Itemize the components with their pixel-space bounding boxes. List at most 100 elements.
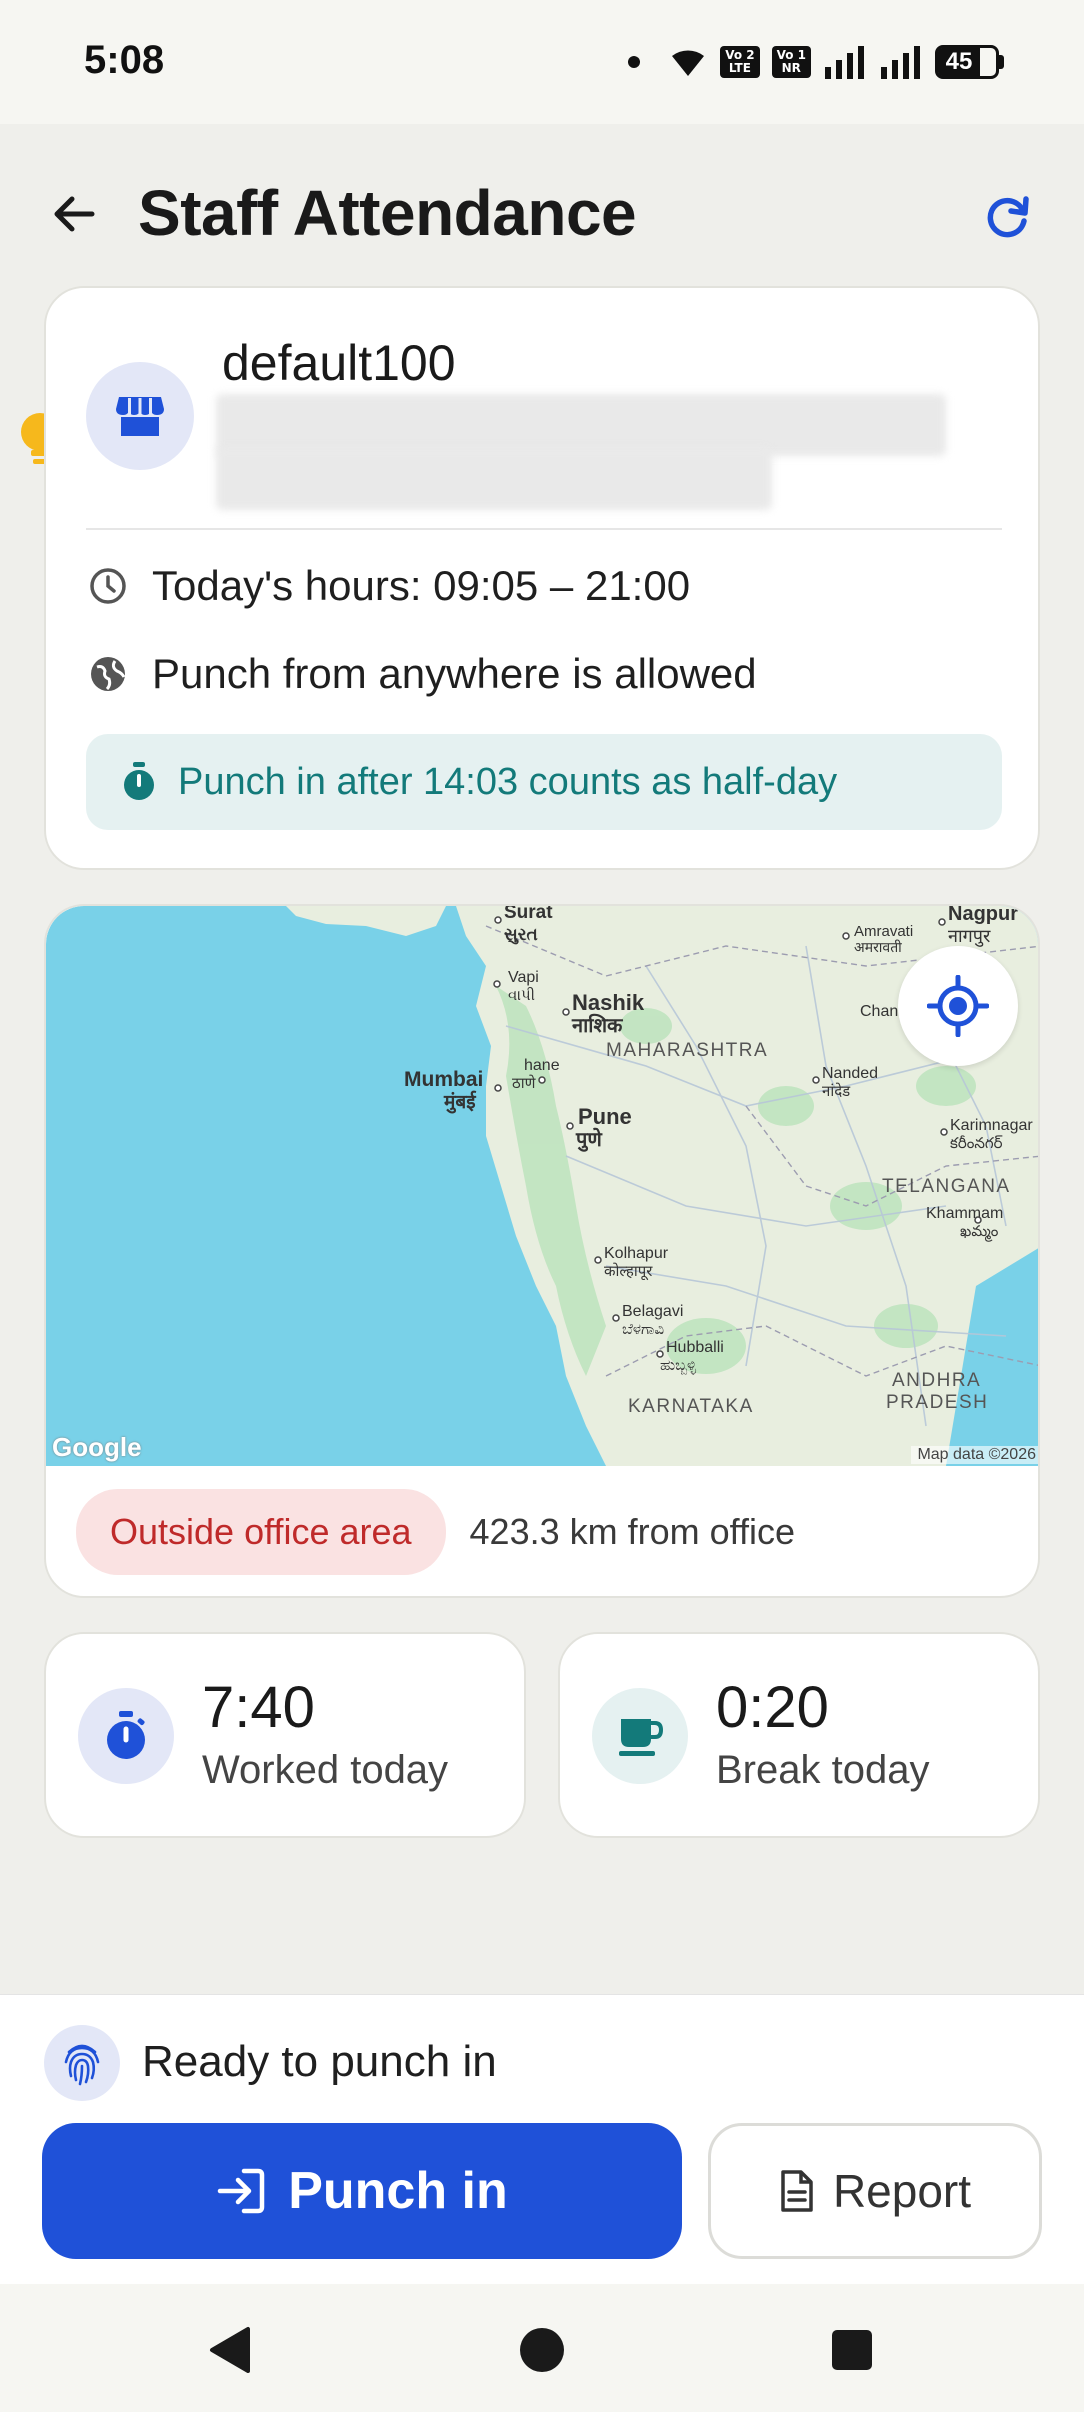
break-today-label: Break today [716, 1748, 930, 1792]
map-label-telangana: TELANGANA [882, 1176, 1011, 1197]
map-graphic: Surat સુરત Vapi વાપી Nashik नाशिक MAHARA… [46, 906, 1038, 1466]
map-label-belagavi-kn: ಬೆಳಗಾವಿ [622, 1320, 664, 1338]
storefront-icon [116, 397, 164, 436]
fingerprint-icon [44, 2025, 120, 2101]
map-label-belagavi: Belagavi [622, 1303, 683, 1320]
map-label-mumbai: Mumbai [404, 1068, 483, 1091]
break-today-value: 0:20 [716, 1675, 829, 1740]
punch-policy-row: Punch from anywhere is allowed [86, 650, 757, 698]
google-logo: Google [52, 1432, 142, 1462]
triangle-back-icon [210, 2327, 250, 2373]
refresh-icon [987, 196, 1029, 238]
notification-dot-icon [628, 56, 641, 68]
back-button[interactable] [44, 184, 104, 244]
login-icon [217, 2168, 265, 2214]
map-label-andhra: ANDHRA [892, 1370, 981, 1391]
report-label: Report [832, 2165, 972, 2217]
map-label-khammam: Khammam [926, 1205, 1003, 1222]
map-label-khammam-te: ఖమ్మం [960, 1222, 999, 1242]
map-label-thane-mr: ठाणे [512, 1074, 537, 1092]
wifi-icon [672, 50, 705, 76]
globe-icon [86, 652, 130, 696]
map-label-pune: Pune [578, 1104, 632, 1129]
map-label-nagpur: Nagpur [948, 906, 1018, 925]
blurred-address-line-2 [216, 448, 772, 510]
document-icon [781, 2170, 813, 2212]
nav-home-button[interactable] [512, 2320, 572, 2380]
coffee-cup-icon [592, 1688, 688, 1784]
distance-text: 423.3 km from office [469, 1511, 796, 1552]
blurred-address-line-1 [216, 394, 946, 456]
ready-status-text: Ready to punch in [142, 2037, 497, 2086]
status-badge: Outside office area [76, 1489, 446, 1575]
map-view[interactable]: Surat સુરત Vapi વાપી Nashik नाशिक MAHARA… [46, 906, 1038, 1466]
store-name: default100 [222, 335, 456, 391]
crosshair-icon [927, 975, 989, 1037]
map-label-amravati-mr: अमरावती [854, 939, 902, 956]
signal-icon-2 [881, 46, 920, 79]
map-label-mumbai-mr: मुंबई [443, 1090, 477, 1114]
status-icons: Vo 2 LTE Vo 1 NR 45 [628, 42, 1004, 82]
clock-icon [86, 564, 130, 608]
map-label-amravati: Amravati [854, 923, 913, 940]
battery-icon: 45 [935, 45, 1004, 79]
map-card: Surat સુરત Vapi વાપી Nashik नाशिक MAHARA… [44, 904, 1040, 1598]
map-label-vapi: Vapi [508, 969, 539, 986]
status-bar: 5:08 Vo 2 LTE Vo 1 NR 45 [0, 0, 1084, 124]
battery-level: 45 [938, 48, 980, 76]
circle-home-icon [520, 2328, 564, 2372]
hours-text: Today's hours: 09:05 – 21:00 [152, 562, 691, 609]
system-nav-bar [0, 2284, 1084, 2412]
worked-today-label: Worked today [202, 1748, 449, 1792]
map-label-kolhapur: Kolhapur [604, 1245, 669, 1262]
map-label-nashik-mr: नाशिक [571, 1013, 624, 1037]
map-label-pradesh: PRADESH [886, 1392, 988, 1413]
map-label-nanded-mr: नांदेड [822, 1082, 851, 1100]
map-label-karimnagar-te: కరీంనగర్ [950, 1134, 1003, 1152]
refresh-button[interactable] [976, 184, 1040, 248]
location-status-row: Outside office area 423.3 km from office [46, 1466, 1038, 1596]
break-today-card: 0:20 Break today [558, 1632, 1040, 1838]
map-label-karnataka: KARNATAKA [628, 1396, 754, 1417]
map-label-nagpur-mr: नागपुर [948, 926, 991, 947]
app-header: Staff Attendance [0, 124, 1084, 294]
status-time: 5:08 [84, 38, 165, 82]
map-label-vapi-gu: વાપી [508, 986, 535, 1004]
halfday-text: Punch in after 14:03 counts as half-day [178, 760, 838, 803]
map-label-thane: hane [524, 1057, 560, 1074]
map-label-nanded: Nanded [822, 1065, 878, 1082]
map-label-karimnagar: Karimnagar [950, 1117, 1033, 1134]
map-label-nashik: Nashik [572, 990, 645, 1015]
map-label-kolhapur-mr: कोल्हापूर [604, 1262, 653, 1281]
map-label-pune-mr: पुणे [575, 1127, 603, 1152]
punch-panel: Ready to punch in Punch in Report [0, 1994, 1084, 2284]
store-avatar [86, 362, 194, 470]
nav-recents-button[interactable] [822, 2320, 882, 2380]
store-info-card: default100 Today's hours: 09:05 – 21:00 … [44, 286, 1040, 870]
map-label-surat-gu: સુરત [504, 925, 538, 945]
arrow-left-icon [54, 196, 95, 232]
timer-icon [124, 762, 154, 800]
my-location-button[interactable] [898, 946, 1018, 1066]
volte-nr-icon: Vo 1 NR [771, 46, 811, 78]
page-title: Staff Attendance [138, 177, 637, 249]
stopwatch-icon [78, 1688, 174, 1784]
map-label-maharashtra: MAHARASHTRA [606, 1040, 768, 1061]
map-label-surat: Surat [504, 906, 553, 923]
halfday-banner: Punch in after 14:03 counts as half-day [86, 734, 1002, 830]
map-label-hubballi-kn: ಹುಬ್ಬಳ್ಳಿ [660, 1356, 696, 1375]
map-label-chan: Chan [860, 1003, 898, 1020]
punch-in-label: Punch in [288, 2162, 508, 2220]
volte-lte-icon: Vo 2 LTE [720, 46, 760, 78]
map-attribution: Map data ©2026 [911, 1446, 1038, 1464]
nav-back-button[interactable] [200, 2320, 260, 2380]
square-recents-icon [832, 2330, 872, 2370]
report-button[interactable]: Report [708, 2123, 1042, 2259]
map-label-hubballi: Hubballi [666, 1339, 724, 1356]
hours-row: Today's hours: 09:05 – 21:00 [86, 562, 690, 610]
punch-policy-text: Punch from anywhere is allowed [152, 650, 757, 697]
punch-in-button[interactable]: Punch in [42, 2123, 682, 2259]
worked-today-card: 7:40 Worked today [44, 1632, 526, 1838]
worked-today-value: 7:40 [202, 1675, 315, 1740]
divider [86, 528, 1002, 530]
